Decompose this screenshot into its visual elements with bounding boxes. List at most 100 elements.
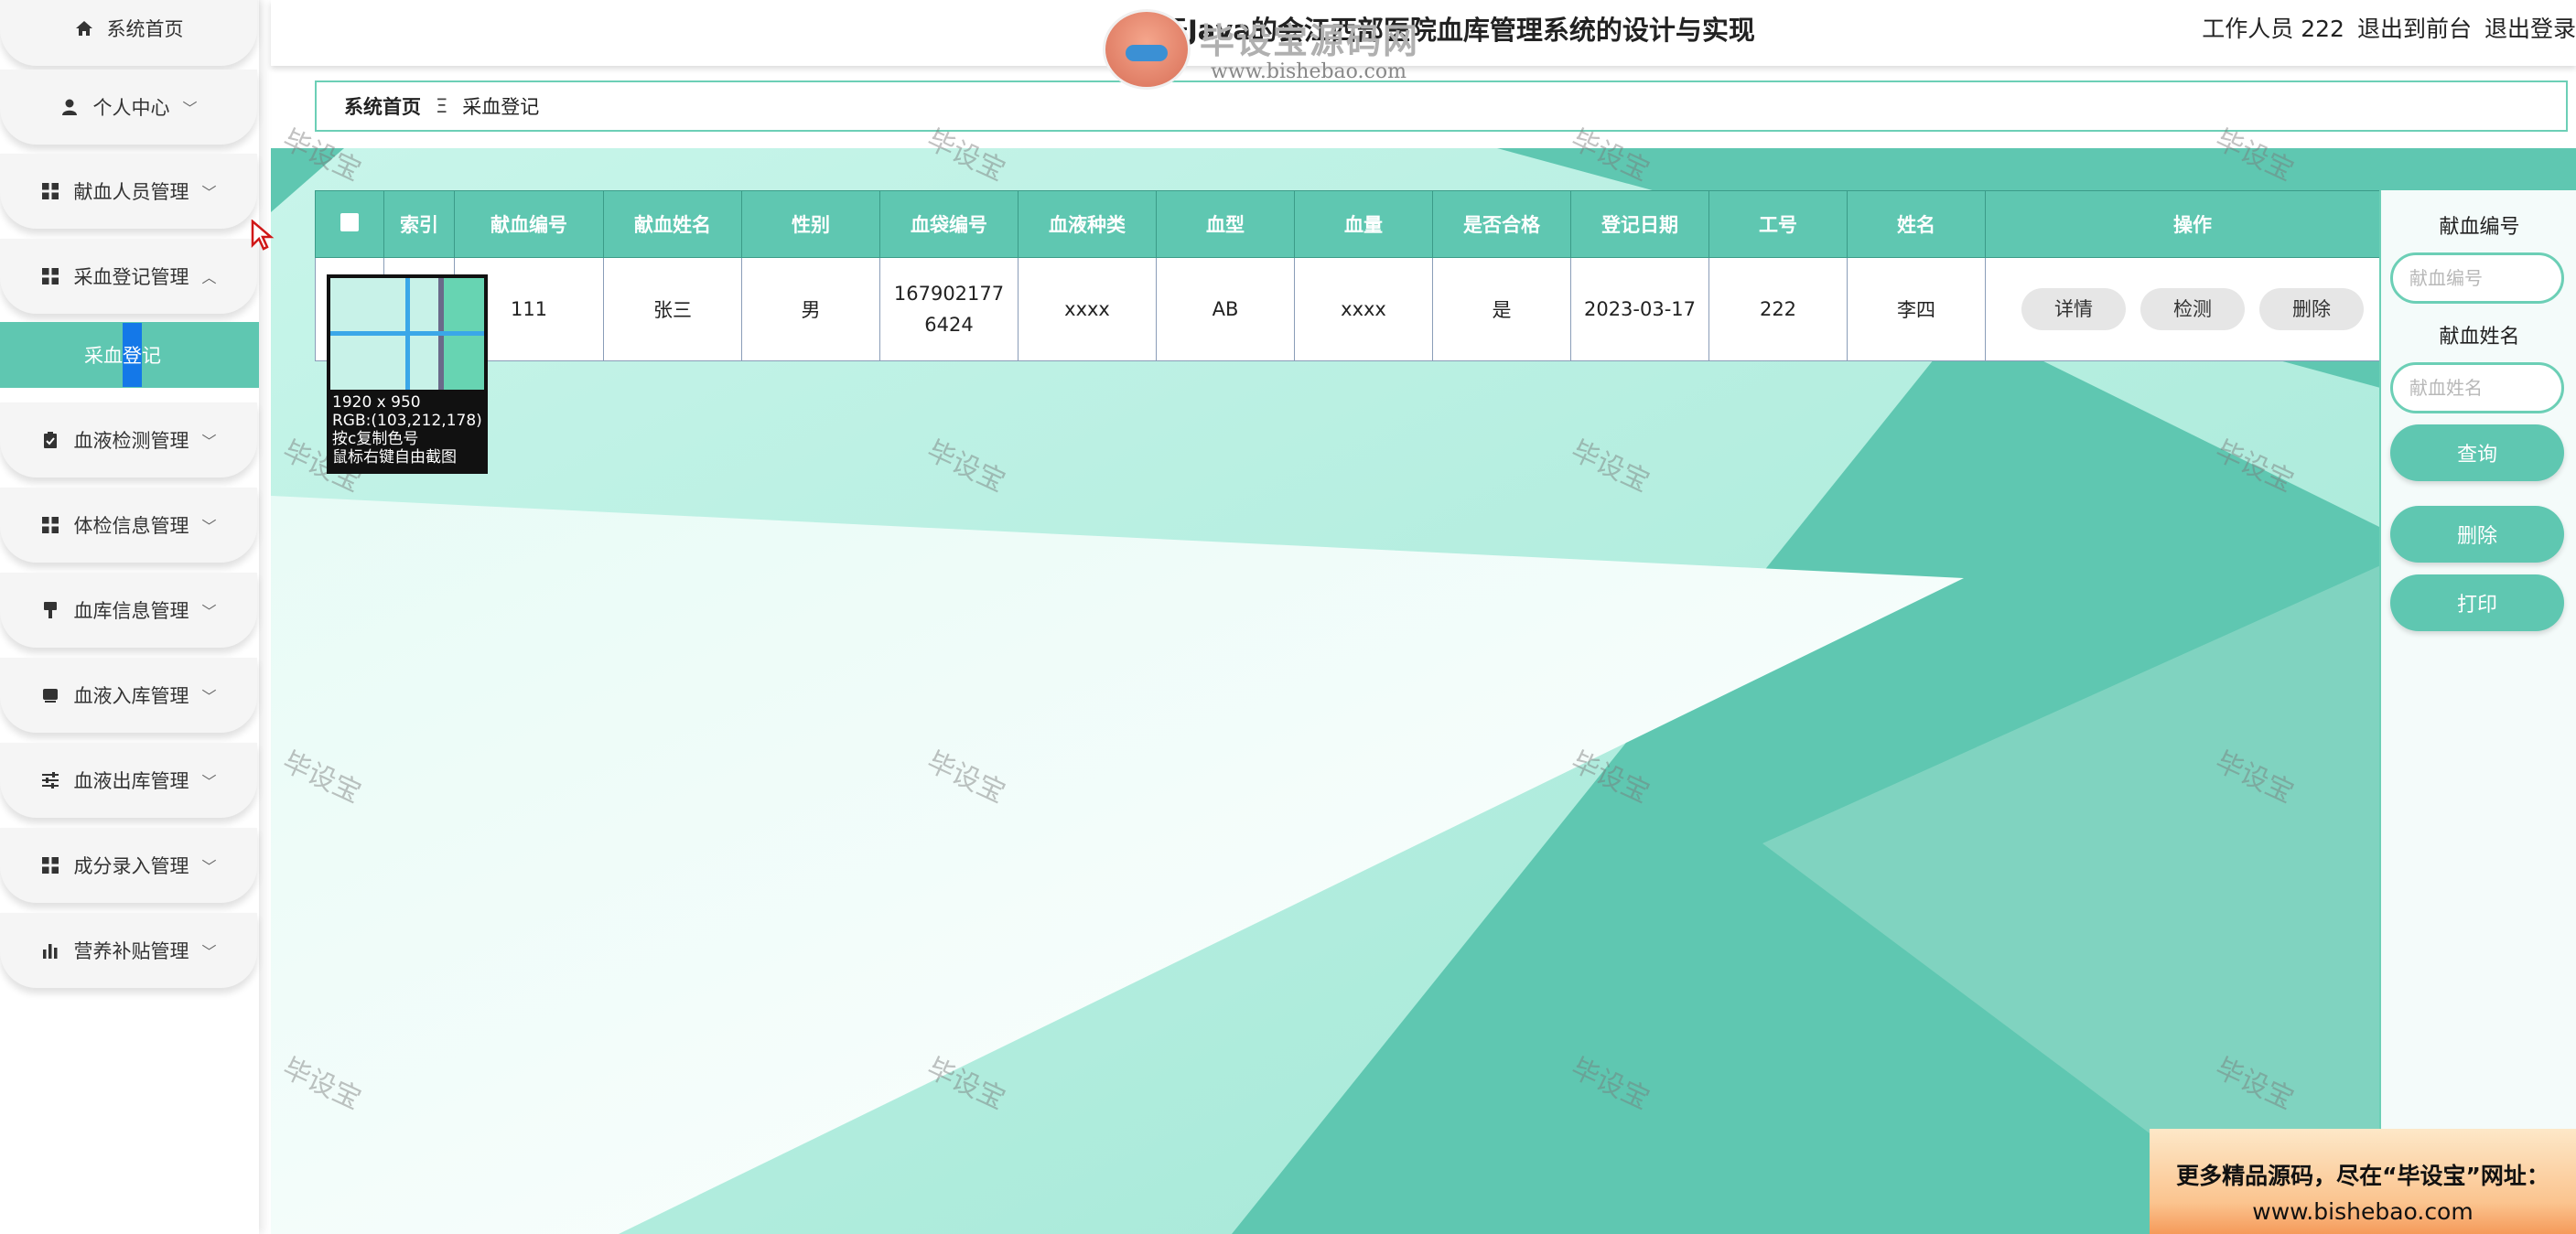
picker-info: 1920 x 950 RGB:(103,212,178) 按c复制色号 鼠标右键… xyxy=(332,393,482,467)
promo-line-2: www.bishebao.com xyxy=(2252,1198,2474,1225)
column-header: 姓名 xyxy=(1847,190,1986,258)
column-header: 操作 xyxy=(1985,190,2400,258)
brush-icon xyxy=(40,600,60,620)
sidebar-item-inbound[interactable]: 血液入库管理 ﹀ xyxy=(0,658,257,733)
grid-icon xyxy=(40,855,60,875)
donation-no-label: 献血编号 xyxy=(2439,216,2520,239)
sidebar-item-label: 体检信息管理 xyxy=(73,515,189,537)
logo-icon xyxy=(1103,9,1191,90)
sliders-icon xyxy=(40,770,60,790)
breadcrumb-home[interactable]: 系统首页 xyxy=(344,92,421,120)
sidebar-item-label: 营养补贴管理 xyxy=(73,940,189,962)
print-button[interactable]: 打印 xyxy=(2390,574,2564,631)
inbox-icon xyxy=(40,685,60,705)
cell-volume: xxxx xyxy=(1294,257,1433,361)
chevron-down-icon: ﹀ xyxy=(201,858,217,875)
clipboard-icon xyxy=(40,430,60,450)
cell-gender: 男 xyxy=(741,257,880,361)
column-header: 索引 xyxy=(383,190,455,258)
sidebar-item-home[interactable]: 系统首页 xyxy=(0,0,257,66)
column-header: 血袋编号 xyxy=(879,190,1019,258)
picker-rgb: RGB:(103,212,178) xyxy=(332,412,482,430)
cell-bag-no: 1679021776424 xyxy=(879,257,1019,361)
sidebar-item-label: 系统首页 xyxy=(106,18,184,40)
sidebar-item-collection[interactable]: 采血登记管理 ︿ xyxy=(0,239,257,314)
test-button[interactable]: 检测 xyxy=(2140,288,2245,330)
sidebar-item-outbound[interactable]: 血液出库管理 ﹀ xyxy=(0,743,257,818)
sidebar-subitem-collection-register[interactable]: 采血登记 xyxy=(0,322,259,388)
sidebar-item-label: 血库信息管理 xyxy=(73,600,189,622)
promo-banner[interactable]: 更多精品源码，尽在“毕设宝”网址： www.bishebao.com xyxy=(2150,1129,2576,1234)
user-icon xyxy=(59,97,80,117)
data-table: 索引 献血编号 献血姓名 性别 血袋编号 血液种类 血型 血量 是否合格 登记日… xyxy=(315,190,2400,361)
batch-delete-button[interactable]: 删除 xyxy=(2390,506,2564,563)
header-user-area: 工作人员 222 退出到前台 退出登录 xyxy=(2202,11,2576,44)
donor-name-input[interactable] xyxy=(2390,362,2564,413)
sidebar-item-components[interactable]: 成分录入管理 ﹀ xyxy=(0,828,257,903)
sidebar-item-physical[interactable]: 体检信息管理 ﹀ xyxy=(0,488,257,563)
cell-qualified: 是 xyxy=(1432,257,1571,361)
chevron-down-icon: ﹀ xyxy=(201,688,217,705)
query-button[interactable]: 查询 xyxy=(2390,424,2564,481)
sidebar-item-subsidy[interactable]: 营养补贴管理 ﹀ xyxy=(0,913,257,988)
watermark-logo: 毕设宝源码网 www.bishebao.com xyxy=(1103,5,1450,90)
column-header: 献血姓名 xyxy=(603,190,742,258)
column-header: 血液种类 xyxy=(1018,190,1157,258)
chevron-down-icon: ﹀ xyxy=(201,518,217,535)
sidebar-item-profile[interactable]: 个人中心 ﹀ xyxy=(0,70,257,145)
column-header: 登记日期 xyxy=(1570,190,1709,258)
select-all-checkbox[interactable] xyxy=(340,212,359,231)
subitem-label-highlight: 登 xyxy=(123,323,142,387)
cell-donor-name: 张三 xyxy=(603,257,742,361)
chevron-down-icon: ﹀ xyxy=(201,943,217,960)
chevron-down-icon: ﹀ xyxy=(201,773,217,790)
cell-reg-date: 2023-03-17 xyxy=(1570,257,1709,361)
crosshair-horizontal xyxy=(330,331,484,336)
logout-link[interactable]: 退出登录 xyxy=(2484,11,2576,44)
column-header: 献血编号 xyxy=(454,190,604,258)
delete-row-button[interactable]: 删除 xyxy=(2259,288,2364,330)
picker-hint-copy: 按c复制色号 xyxy=(332,430,419,448)
sidebar-item-label: 个人中心 xyxy=(92,97,170,119)
chevron-down-icon: ﹀ xyxy=(201,603,217,620)
cell-actions: 详情 检测 删除 xyxy=(1985,257,2400,361)
bar-chart-icon xyxy=(40,940,60,960)
grid-icon xyxy=(40,515,60,535)
data-table-container: 索引 献血编号 献血姓名 性别 血袋编号 血液种类 血型 血量 是否合格 登记日… xyxy=(315,190,2400,361)
sidebar-item-label: 献血人员管理 xyxy=(73,181,189,203)
cell-blood-type: AB xyxy=(1156,257,1295,361)
column-header: 性别 xyxy=(741,190,880,258)
sidebar-item-donors[interactable]: 献血人员管理 ﹀ xyxy=(0,154,257,229)
back-to-front-link[interactable]: 退出到前台 xyxy=(2357,11,2472,44)
donation-no-input[interactable] xyxy=(2390,252,2564,304)
breadcrumb: 系统首页 Ξ 采血登记 xyxy=(315,80,2568,132)
logo-url: www.bishebao.com xyxy=(1211,60,1407,83)
column-header: 是否合格 xyxy=(1432,190,1571,258)
grid-icon xyxy=(40,266,60,286)
promo-line-1: 更多精品源码，尽在“毕设宝”网址： xyxy=(2176,1163,2549,1189)
column-header: 工号 xyxy=(1708,190,1848,258)
mouse-cursor-icon xyxy=(251,220,275,251)
sidebar-item-label: 成分录入管理 xyxy=(73,855,189,877)
sidebar-item-label: 血液出库管理 xyxy=(73,770,189,792)
sidebar-item-label: 血液入库管理 xyxy=(73,685,189,707)
chevron-down-icon: ﹀ xyxy=(201,433,217,450)
color-picker-tooltip: 1920 x 950 RGB:(103,212,178) 按c复制色号 鼠标右键… xyxy=(327,274,488,474)
cell-staff-no: 222 xyxy=(1708,257,1848,361)
sidebar-item-bloodbank[interactable]: 血库信息管理 ﹀ xyxy=(0,573,257,648)
magnifier-preview xyxy=(330,278,484,390)
subitem-label-part: 采血 xyxy=(84,345,123,367)
sidebar-item-label: 血液检测管理 xyxy=(73,430,189,452)
select-all-checkbox-cell[interactable] xyxy=(315,190,384,258)
breadcrumb-current: 采血登记 xyxy=(462,96,540,118)
cell-staff-name: 李四 xyxy=(1847,257,1986,361)
subitem-label-part: 记 xyxy=(142,345,161,367)
sidebar-item-label: 采血登记管理 xyxy=(73,266,189,288)
picker-hint-screenshot: 鼠标右键自由截图 xyxy=(332,448,457,467)
detail-button[interactable]: 详情 xyxy=(2021,288,2126,330)
sidebar-item-testing[interactable]: 血液检测管理 ﹀ xyxy=(0,402,257,478)
grid-icon xyxy=(40,181,60,201)
picker-size: 1920 x 950 xyxy=(332,393,421,412)
user-label: 工作人员 222 xyxy=(2202,16,2344,42)
home-icon xyxy=(74,18,94,38)
